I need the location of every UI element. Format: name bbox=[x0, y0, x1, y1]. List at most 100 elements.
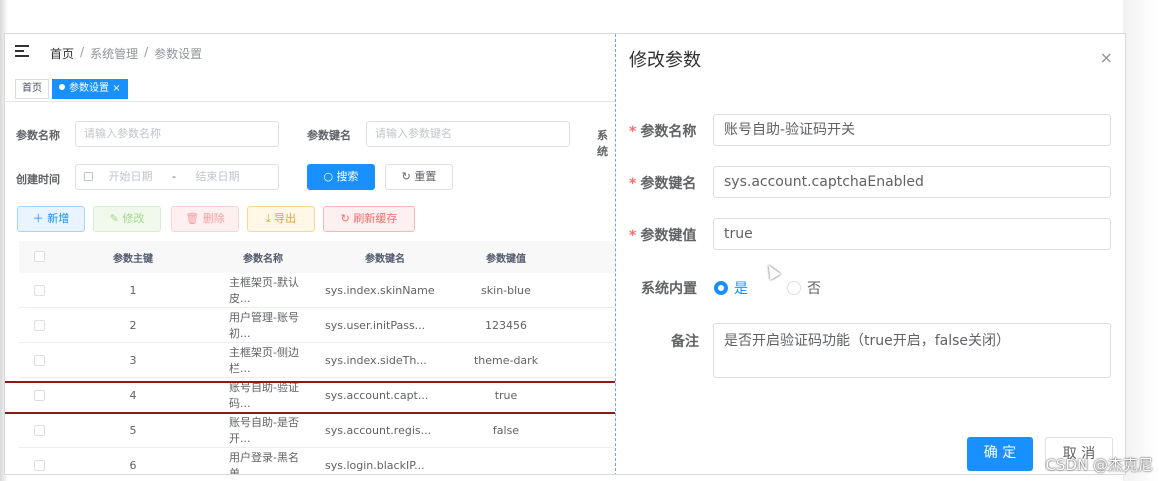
builtin-label: 系统内置 bbox=[641, 281, 697, 297]
tag-dot-icon bbox=[59, 84, 65, 90]
watermark: CSDN @杰克尼 bbox=[1045, 456, 1153, 474]
name-label: * 参数名称 bbox=[629, 121, 696, 141]
export-button-label: 导出 bbox=[274, 212, 297, 225]
row-id: 5 bbox=[129, 423, 137, 437]
value-label: * 参数键值 bbox=[629, 225, 696, 245]
calendar-icon bbox=[84, 172, 93, 181]
required-mark: * bbox=[629, 124, 637, 140]
row-name: 主框架页-默认皮... bbox=[229, 276, 299, 305]
dialog-title: 修改参数 bbox=[629, 50, 701, 71]
breadcrumb-system[interactable]: 系统管理 bbox=[90, 45, 138, 62]
required-mark: * bbox=[629, 228, 637, 244]
row-checkbox[interactable] bbox=[19, 424, 59, 437]
row-name: 用户登录-黑名单... bbox=[229, 451, 299, 475]
row-checkbox[interactable] bbox=[19, 459, 59, 472]
edit-dialog: 修改参数 × * 参数名称 账号自助-验证码开关 * 参数键名 sys.accoun… bbox=[617, 34, 1125, 474]
table-body: 1 主框架页-默认皮... sys.index.skinName skin-blue 2… bbox=[19, 273, 615, 475]
close-icon[interactable]: × bbox=[1100, 48, 1113, 67]
delete-button-label: 删除 bbox=[202, 212, 225, 225]
row-key: sys.index.skinName bbox=[325, 283, 435, 297]
search-key-input[interactable]: 请输入参数键名 bbox=[366, 121, 570, 147]
checkbox[interactable] bbox=[33, 251, 45, 263]
export-button[interactable]: ⤓ 导出 bbox=[247, 206, 315, 232]
value-input[interactable]: true bbox=[713, 218, 1111, 250]
row-checkbox[interactable] bbox=[19, 319, 59, 332]
value-label-text: 参数键值 bbox=[640, 228, 697, 244]
params-table: 参数主键 参数名称 参数键名 参数键值 1 主框架页-默认皮... sys.inde… bbox=[19, 241, 615, 475]
right-shadow bbox=[1123, 0, 1159, 481]
edit-button[interactable]: ✎ 修改 bbox=[93, 206, 161, 232]
table-row[interactable]: 5 账号自助-是否开... sys.account.regis... false bbox=[19, 413, 615, 448]
radio-yes[interactable]: 是 bbox=[714, 278, 748, 298]
checkbox[interactable] bbox=[33, 285, 45, 296]
radio-no[interactable]: 否 bbox=[787, 278, 821, 298]
header-name: 参数名称 bbox=[243, 253, 283, 265]
row-name: 主框架页-侧边栏... bbox=[229, 346, 299, 375]
row-id: 3 bbox=[129, 353, 137, 367]
add-button[interactable]: ＋ 新增 bbox=[17, 206, 85, 232]
search-name-input[interactable]: 请输入参数名称 bbox=[75, 121, 279, 147]
refresh-cache-label: 刷新缓存 bbox=[353, 212, 398, 225]
breadcrumb-current: 参数设置 bbox=[154, 47, 203, 61]
table-row[interactable]: 1 主框架页-默认皮... sys.index.skinName skin-blue bbox=[19, 273, 615, 308]
name-input[interactable]: 账号自助-验证码开关 bbox=[713, 114, 1111, 146]
header-checkbox[interactable] bbox=[19, 251, 59, 263]
table-row[interactable]: 2 用户管理-账号初... sys.user.initPass... 123456 bbox=[19, 308, 615, 343]
confirm-button[interactable]: 确 定 bbox=[967, 437, 1033, 471]
radio-unchecked-icon bbox=[787, 281, 801, 295]
remark-textarea[interactable]: 是否开启验证码功能（true开启，false关闭） bbox=[713, 323, 1111, 378]
breadcrumb-sep: / bbox=[144, 45, 149, 59]
search-button-label: 搜索 bbox=[336, 170, 359, 183]
date-end: 结束日期 bbox=[195, 170, 240, 183]
header-id: 参数主键 bbox=[113, 253, 153, 265]
required-mark: * bbox=[629, 176, 637, 192]
search-button[interactable]: ○ 搜索 bbox=[307, 164, 375, 190]
key-input[interactable]: sys.account.captchaEnabled bbox=[713, 166, 1111, 198]
tag-close-icon[interactable]: × bbox=[112, 83, 120, 94]
date-sep: - bbox=[172, 170, 176, 183]
row-checkbox[interactable] bbox=[19, 354, 59, 367]
row-key: sys.user.initPass... bbox=[325, 318, 426, 332]
tag-active[interactable]: 参数设置 × bbox=[52, 79, 128, 99]
checkbox[interactable] bbox=[33, 320, 45, 331]
breadcrumb-sep: / bbox=[80, 45, 85, 59]
remark-label: 备注 bbox=[671, 334, 699, 350]
edit-icon: ✎ bbox=[109, 212, 123, 225]
header-key: 参数键名 bbox=[365, 253, 405, 265]
reset-button[interactable]: ↻ 重置 bbox=[385, 164, 453, 190]
row-id: 1 bbox=[129, 283, 137, 297]
tag-active-label: 参数设置 bbox=[69, 83, 109, 94]
plus-icon: ＋ bbox=[32, 212, 48, 225]
reset-button-label: 重置 bbox=[414, 170, 437, 183]
search-builtin-label: 系统 bbox=[597, 129, 608, 158]
row-key: sys.account.regis... bbox=[325, 423, 432, 437]
row-id: 2 bbox=[129, 318, 137, 332]
breadcrumb-home[interactable]: 首页 bbox=[50, 45, 74, 62]
date-range-picker[interactable]: 开始日期 - 结束日期 bbox=[75, 164, 279, 190]
table-row[interactable]: 3 主框架页-侧边栏... sys.index.sideTh... theme-dar… bbox=[19, 343, 615, 378]
edit-button-label: 修改 bbox=[122, 212, 145, 225]
checkbox[interactable] bbox=[33, 355, 45, 366]
tags-view: 首页 参数设置 × bbox=[5, 72, 615, 102]
row-name: 账号自助-是否开... bbox=[229, 416, 299, 445]
trash-icon: 🗑 bbox=[185, 212, 203, 225]
row-checkbox[interactable] bbox=[19, 284, 59, 297]
checkbox[interactable] bbox=[33, 460, 45, 471]
refresh-cache-button[interactable]: ↻ 刷新缓存 bbox=[323, 206, 415, 232]
date-start: 开始日期 bbox=[108, 170, 153, 183]
name-label-text: 参数名称 bbox=[640, 124, 697, 140]
hamburger-icon[interactable] bbox=[15, 45, 29, 57]
checkbox[interactable] bbox=[33, 425, 45, 436]
refresh-icon: ↻ bbox=[340, 212, 354, 225]
radio-checked-icon bbox=[714, 281, 728, 295]
table-row[interactable]: 6 用户登录-黑名单... sys.login.blackIP... bbox=[19, 448, 615, 475]
key-label: * 参数键名 bbox=[629, 173, 696, 193]
delete-button[interactable]: 🗑 删除 bbox=[171, 206, 239, 232]
search-key-label: 参数键名 bbox=[307, 129, 351, 142]
selected-row-highlight bbox=[5, 381, 615, 414]
key-label-text: 参数键名 bbox=[640, 176, 697, 192]
tag-home[interactable]: 首页 bbox=[15, 79, 49, 99]
download-icon: ⤓ bbox=[265, 212, 275, 225]
row-value: false bbox=[492, 423, 520, 437]
app-window: 首页 / 系统管理 / 参数设置 首页 参数设置 × 参数名称 请输入参数名称 … bbox=[4, 33, 1126, 475]
